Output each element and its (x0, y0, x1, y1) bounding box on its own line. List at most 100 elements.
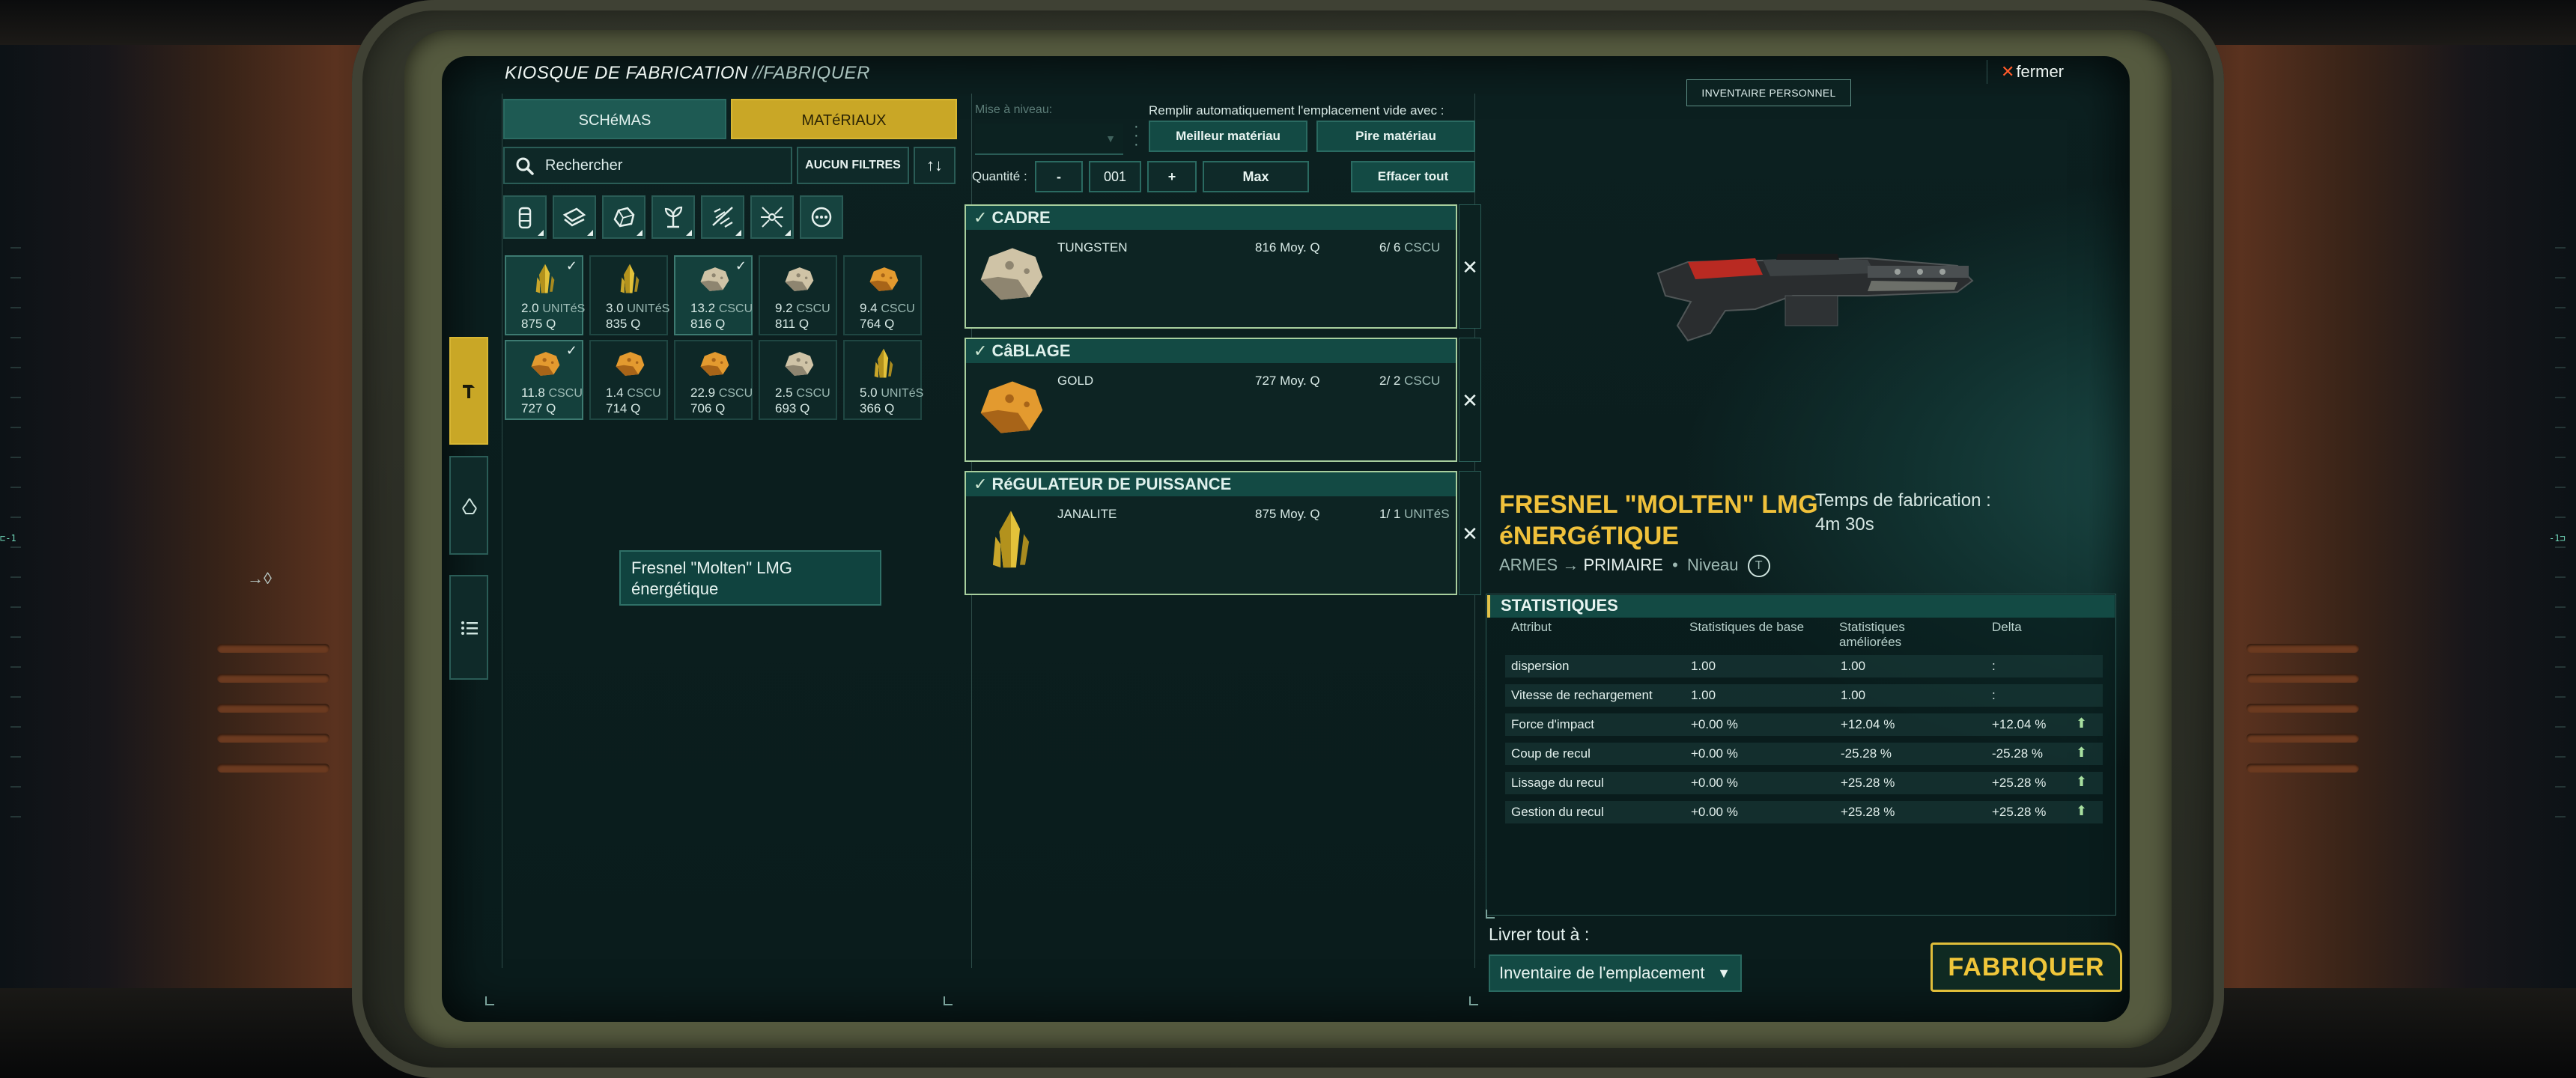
category-scrap-button[interactable] (701, 195, 744, 239)
wall-vent (217, 644, 329, 653)
crystal-icon (535, 264, 555, 293)
stat-row: Lissage du recul +0.00 % +25.28 % +25.28… (1505, 772, 2103, 794)
recipe-slot[interactable]: ✓ CADRE TUNGSTEN 816 Moy. Q 6/ 6 CSCU (965, 204, 1457, 329)
material-tile[interactable]: ✓ 13.2 CSCU 816 Q (674, 255, 753, 335)
material-tile[interactable]: 9.4 CSCU 764 Q (843, 255, 922, 335)
inventory-tag[interactable]: INVENTAIRE PERSONNEL (1686, 79, 1851, 106)
material-tile[interactable]: 1.4 CSCU 714 Q (589, 340, 668, 420)
search-input[interactable]: Rechercher (503, 147, 792, 184)
quantity-max-button[interactable]: Max (1203, 161, 1309, 192)
material-tile[interactable]: ✓ 2.0 UNITéS 875 Q (505, 255, 585, 335)
check-icon: ✓ (565, 258, 577, 273)
plank-icon (562, 207, 586, 227)
stat-base: 1.00 (1691, 688, 1716, 702)
material-quality: 693 Q (775, 401, 810, 415)
stat-base: +0.00 % (1691, 746, 1738, 761)
material-tile[interactable]: 2.5 CSCU 693 Q (759, 340, 837, 420)
material-tile[interactable]: 3.0 UNITéS 835 Q (589, 255, 669, 335)
wall-vent (217, 674, 329, 683)
stat-row: dispersion 1.00 1.00 : (1505, 655, 2103, 677)
material-tile[interactable]: 22.9 CSCU 706 Q (674, 340, 753, 420)
material-quality: 764 Q (860, 317, 895, 331)
gold-ore-icon (531, 352, 560, 376)
stat-improved: -25.28 % (1841, 746, 1892, 761)
stat-attribute: dispersion (1511, 659, 1570, 673)
wall-vent (2247, 704, 2359, 713)
recipe-slot[interactable]: ✓ RéGULATEUR DE PUISSANCE JANALITE 875 Mo… (965, 471, 1457, 595)
gold-ore-icon (980, 381, 1043, 433)
side-tab-list[interactable] (449, 575, 488, 680)
recipe-slot[interactable]: ✓ CâBLAGE GOLD 727 Moy. Q 2/ 2 CSCU (965, 338, 1457, 462)
list-icon (461, 621, 478, 635)
hud-marker-right: -1⊐ (2549, 533, 2566, 543)
category-processed-button[interactable] (553, 195, 596, 239)
category-plant-button[interactable] (651, 195, 695, 239)
material-quality: 714 Q (606, 401, 641, 415)
material-quantity: 22.9 CSCU (690, 386, 753, 400)
stat-improved: +25.28 % (1841, 805, 1895, 819)
best-material-button[interactable]: Meilleur matériau (1149, 121, 1307, 152)
filters-button[interactable]: AUCUN FILTRES (797, 147, 909, 184)
slot-quality: 816 Moy. Q (1255, 240, 1320, 255)
stat-improved: 1.00 (1841, 659, 1866, 673)
tab-materials[interactable]: MATéRIAUX (731, 99, 957, 139)
slot-title: ✓ CADRE (973, 208, 1051, 227)
crafting-kiosk-screen: KIOSQUE DE FABRICATION//FABRIQUER ✕ferme… (442, 56, 2130, 1022)
level-label: Niveau (1687, 555, 1739, 574)
hammer-icon (463, 385, 475, 398)
check-icon: ✓ (735, 258, 747, 273)
stat-delta: +12.04 % (1992, 717, 2047, 731)
more-icon (811, 207, 832, 228)
window-title: KIOSQUE DE FABRICATION//FABRIQUER (505, 63, 870, 84)
wall-vent (2247, 734, 2359, 743)
slot-material: TUNGSTEN (1057, 240, 1128, 255)
remove-slot-button[interactable]: ✕ (1459, 471, 1481, 595)
rock-icon (700, 267, 729, 291)
separator-dots: · · · (1134, 118, 1139, 153)
material-quality: 835 Q (606, 317, 641, 331)
sort-button[interactable]: ↑↓ (914, 147, 956, 184)
frame-corner (1486, 910, 1495, 919)
category-canister-button[interactable] (503, 195, 547, 239)
gold-ore-icon (700, 352, 729, 376)
category-ore-button[interactable] (602, 195, 645, 239)
stat-attribute: Vitesse de rechargement (1511, 688, 1653, 702)
search-icon (516, 157, 534, 175)
close-button[interactable]: ✕fermer (1987, 60, 2099, 84)
quantity-input[interactable]: 001 (1089, 161, 1141, 192)
item-category: ARMES → PRIMAIRE • Niveau T (1499, 555, 1770, 577)
deliver-select[interactable]: Inventaire de l'emplacement ▼ (1489, 954, 1742, 992)
quantity-minus-button[interactable]: - (1035, 161, 1083, 192)
category-component-button[interactable] (750, 195, 794, 239)
side-tab-recycle[interactable] (449, 456, 488, 555)
remove-slot-button[interactable]: ✕ (1459, 338, 1481, 462)
side-tab-craft[interactable] (449, 337, 488, 445)
category-more-button[interactable] (800, 195, 843, 239)
slot-quality: 727 Moy. Q (1255, 374, 1320, 388)
material-tile[interactable]: ✓ 11.8 CSCU 727 Q (505, 340, 583, 420)
craft-button[interactable]: FABRIQUER (1931, 943, 2122, 992)
bullet: • (1667, 555, 1683, 574)
quantity-plus-button[interactable]: + (1147, 161, 1197, 192)
subcategory-label: PRIMAIRE (1583, 555, 1663, 574)
material-tile[interactable]: 5.0 UNITéS 366 Q (843, 340, 923, 420)
stats-col-attribute: Attribut (1511, 620, 1552, 634)
tab-schemas[interactable]: SCHéMAS (503, 99, 726, 139)
upgrade-level-select[interactable]: ▼ (975, 124, 1123, 155)
stat-row: Force d'impact +0.00 % +12.04 % +12.04 %… (1505, 713, 2103, 736)
stat-improved: 1.00 (1841, 688, 1866, 702)
stat-attribute: Force d'impact (1511, 717, 1594, 731)
check-icon: ✓ (565, 343, 577, 358)
upgrade-level-label: Mise à niveau: (975, 103, 1053, 116)
remove-slot-button[interactable]: ✕ (1459, 204, 1481, 329)
arrow-up-icon: ⬆ (2076, 803, 2088, 818)
stat-base: 1.00 (1691, 659, 1716, 673)
worst-material-button[interactable]: Pire matériau (1316, 121, 1475, 152)
material-quality: 811 Q (775, 317, 809, 331)
wall-vent (217, 704, 329, 713)
craft-time-value: 4m 30s (1815, 514, 1874, 535)
rock-icon (980, 248, 1043, 300)
slot-ore-image (975, 242, 1047, 310)
material-tile[interactable]: 9.2 CSCU 811 Q (759, 255, 837, 335)
clear-all-button[interactable]: Effacer tout (1351, 161, 1475, 192)
